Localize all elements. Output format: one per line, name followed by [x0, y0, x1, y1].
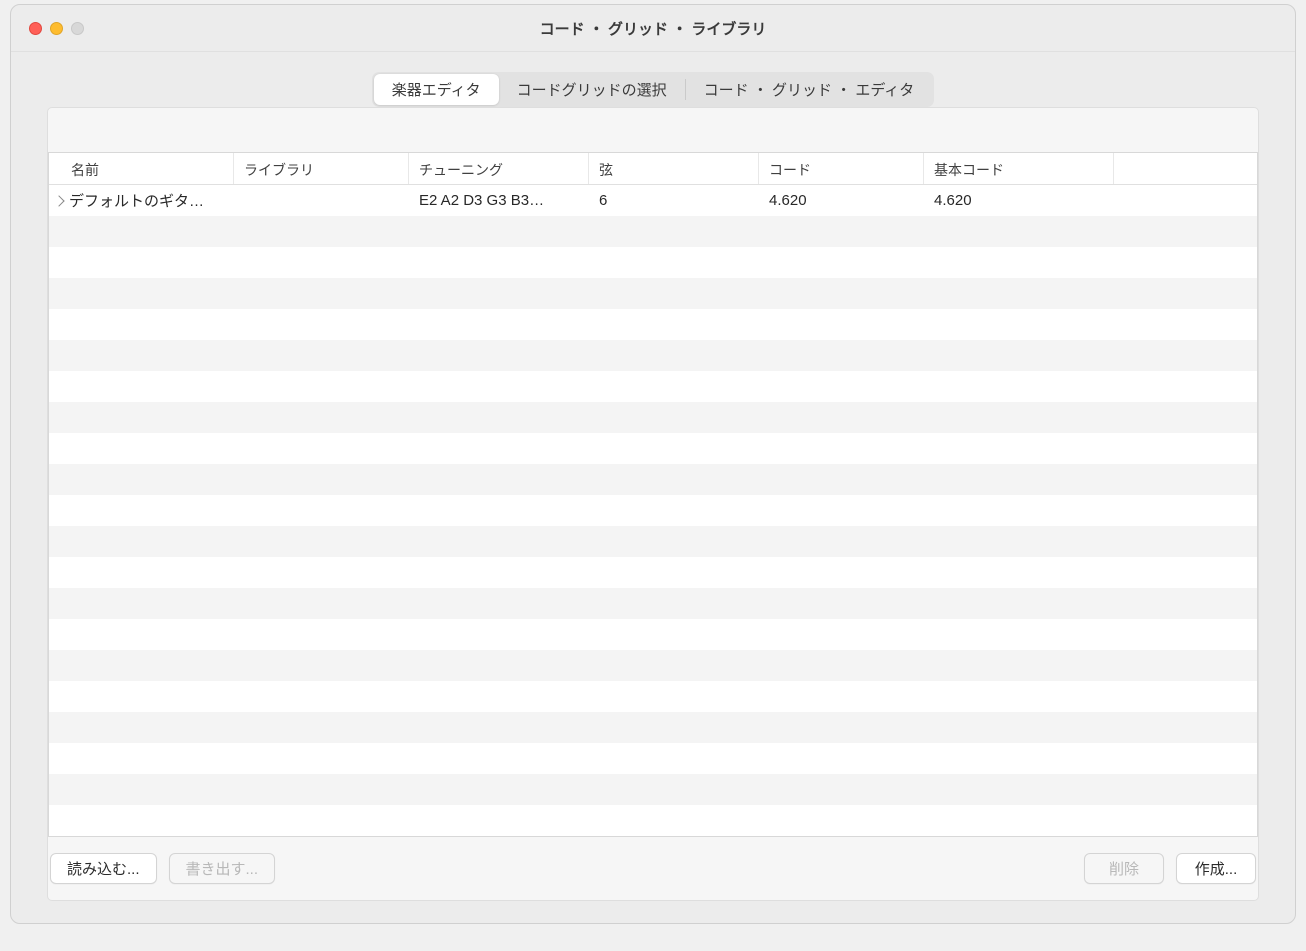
tab-chord-grid-select[interactable]: コードグリッドの選択 — [499, 74, 685, 105]
table-row-empty — [49, 557, 1257, 588]
table-row-empty — [49, 340, 1257, 371]
close-icon[interactable] — [29, 22, 42, 35]
footer: 読み込む... 書き出す... 削除 作成... — [48, 837, 1258, 884]
table-header: 名前 ライブラリ チューニング 弦 コード 基本コード — [49, 153, 1257, 185]
row-name-text: デフォルトのギタ… — [69, 190, 204, 211]
table-row-empty — [49, 464, 1257, 495]
col-strings[interactable]: 弦 — [589, 153, 759, 184]
footer-right: 削除 作成... — [1084, 853, 1256, 884]
cell-chords: 4.620 — [759, 187, 924, 214]
table-body: デフォルトのギタ… E2 A2 D3 G3 B3… 6 4.620 4.620 — [49, 185, 1257, 836]
table-row-empty — [49, 588, 1257, 619]
maximize-icon — [71, 22, 84, 35]
tab-instrument-editor[interactable]: 楽器エディタ — [374, 74, 499, 105]
table-row-empty — [49, 278, 1257, 309]
table-row-empty — [49, 216, 1257, 247]
cell-library — [234, 196, 409, 206]
tab-chord-grid-editor[interactable]: コード ・ グリッド ・ エディタ — [686, 74, 933, 105]
table-row-empty — [49, 805, 1257, 836]
table-row[interactable]: デフォルトのギタ… E2 A2 D3 G3 B3… 6 4.620 4.620 — [49, 185, 1257, 216]
window: コード ・ グリッド ・ ライブラリ 楽器エディタ コードグリッドの選択 コード… — [10, 4, 1296, 924]
traffic-lights — [29, 22, 84, 35]
cell-extra — [1114, 196, 1257, 206]
minimize-icon[interactable] — [50, 22, 63, 35]
titlebar: コード ・ グリッド ・ ライブラリ — [11, 5, 1295, 52]
col-chords[interactable]: コード — [759, 153, 924, 184]
cell-tuning: E2 A2 D3 G3 B3… — [409, 187, 589, 214]
table-row-empty — [49, 309, 1257, 340]
window-title: コード ・ グリッド ・ ライブラリ — [11, 18, 1295, 39]
table-row-empty — [49, 774, 1257, 805]
table-row-empty — [49, 712, 1257, 743]
chevron-right-icon[interactable] — [53, 195, 64, 206]
cell-strings: 6 — [589, 187, 759, 214]
delete-button: 削除 — [1084, 853, 1164, 884]
content: 楽器エディタ コードグリッドの選択 コード ・ グリッド ・ エディタ 名前 ラ… — [11, 52, 1295, 923]
table-row-empty — [49, 650, 1257, 681]
table-row-empty — [49, 495, 1257, 526]
cell-name[interactable]: デフォルトのギタ… — [49, 185, 234, 216]
table: 名前 ライブラリ チューニング 弦 コード 基本コード デフォルトのギタ… — [48, 152, 1258, 837]
col-library[interactable]: ライブラリ — [234, 153, 409, 184]
table-row-empty — [49, 743, 1257, 774]
table-row-empty — [49, 402, 1257, 433]
tab-bar: 楽器エディタ コードグリッドの選択 コード ・ グリッド ・ エディタ — [47, 72, 1259, 107]
table-row-empty — [49, 526, 1257, 557]
col-extra — [1114, 153, 1257, 184]
table-row-empty — [49, 681, 1257, 712]
table-row-empty — [49, 619, 1257, 650]
footer-left: 読み込む... 書き出す... — [50, 853, 275, 884]
create-button[interactable]: 作成... — [1176, 853, 1256, 884]
col-name[interactable]: 名前 — [49, 153, 234, 184]
table-row-empty — [49, 247, 1257, 278]
cell-base: 4.620 — [924, 187, 1114, 214]
col-tuning[interactable]: チューニング — [409, 153, 589, 184]
load-button[interactable]: 読み込む... — [50, 853, 157, 884]
panel: 名前 ライブラリ チューニング 弦 コード 基本コード デフォルトのギタ… — [47, 107, 1259, 901]
table-row-empty — [49, 371, 1257, 402]
export-button: 書き出す... — [169, 853, 276, 884]
tab-group: 楽器エディタ コードグリッドの選択 コード ・ グリッド ・ エディタ — [372, 72, 935, 107]
table-row-empty — [49, 433, 1257, 464]
col-base-chords[interactable]: 基本コード — [924, 153, 1114, 184]
